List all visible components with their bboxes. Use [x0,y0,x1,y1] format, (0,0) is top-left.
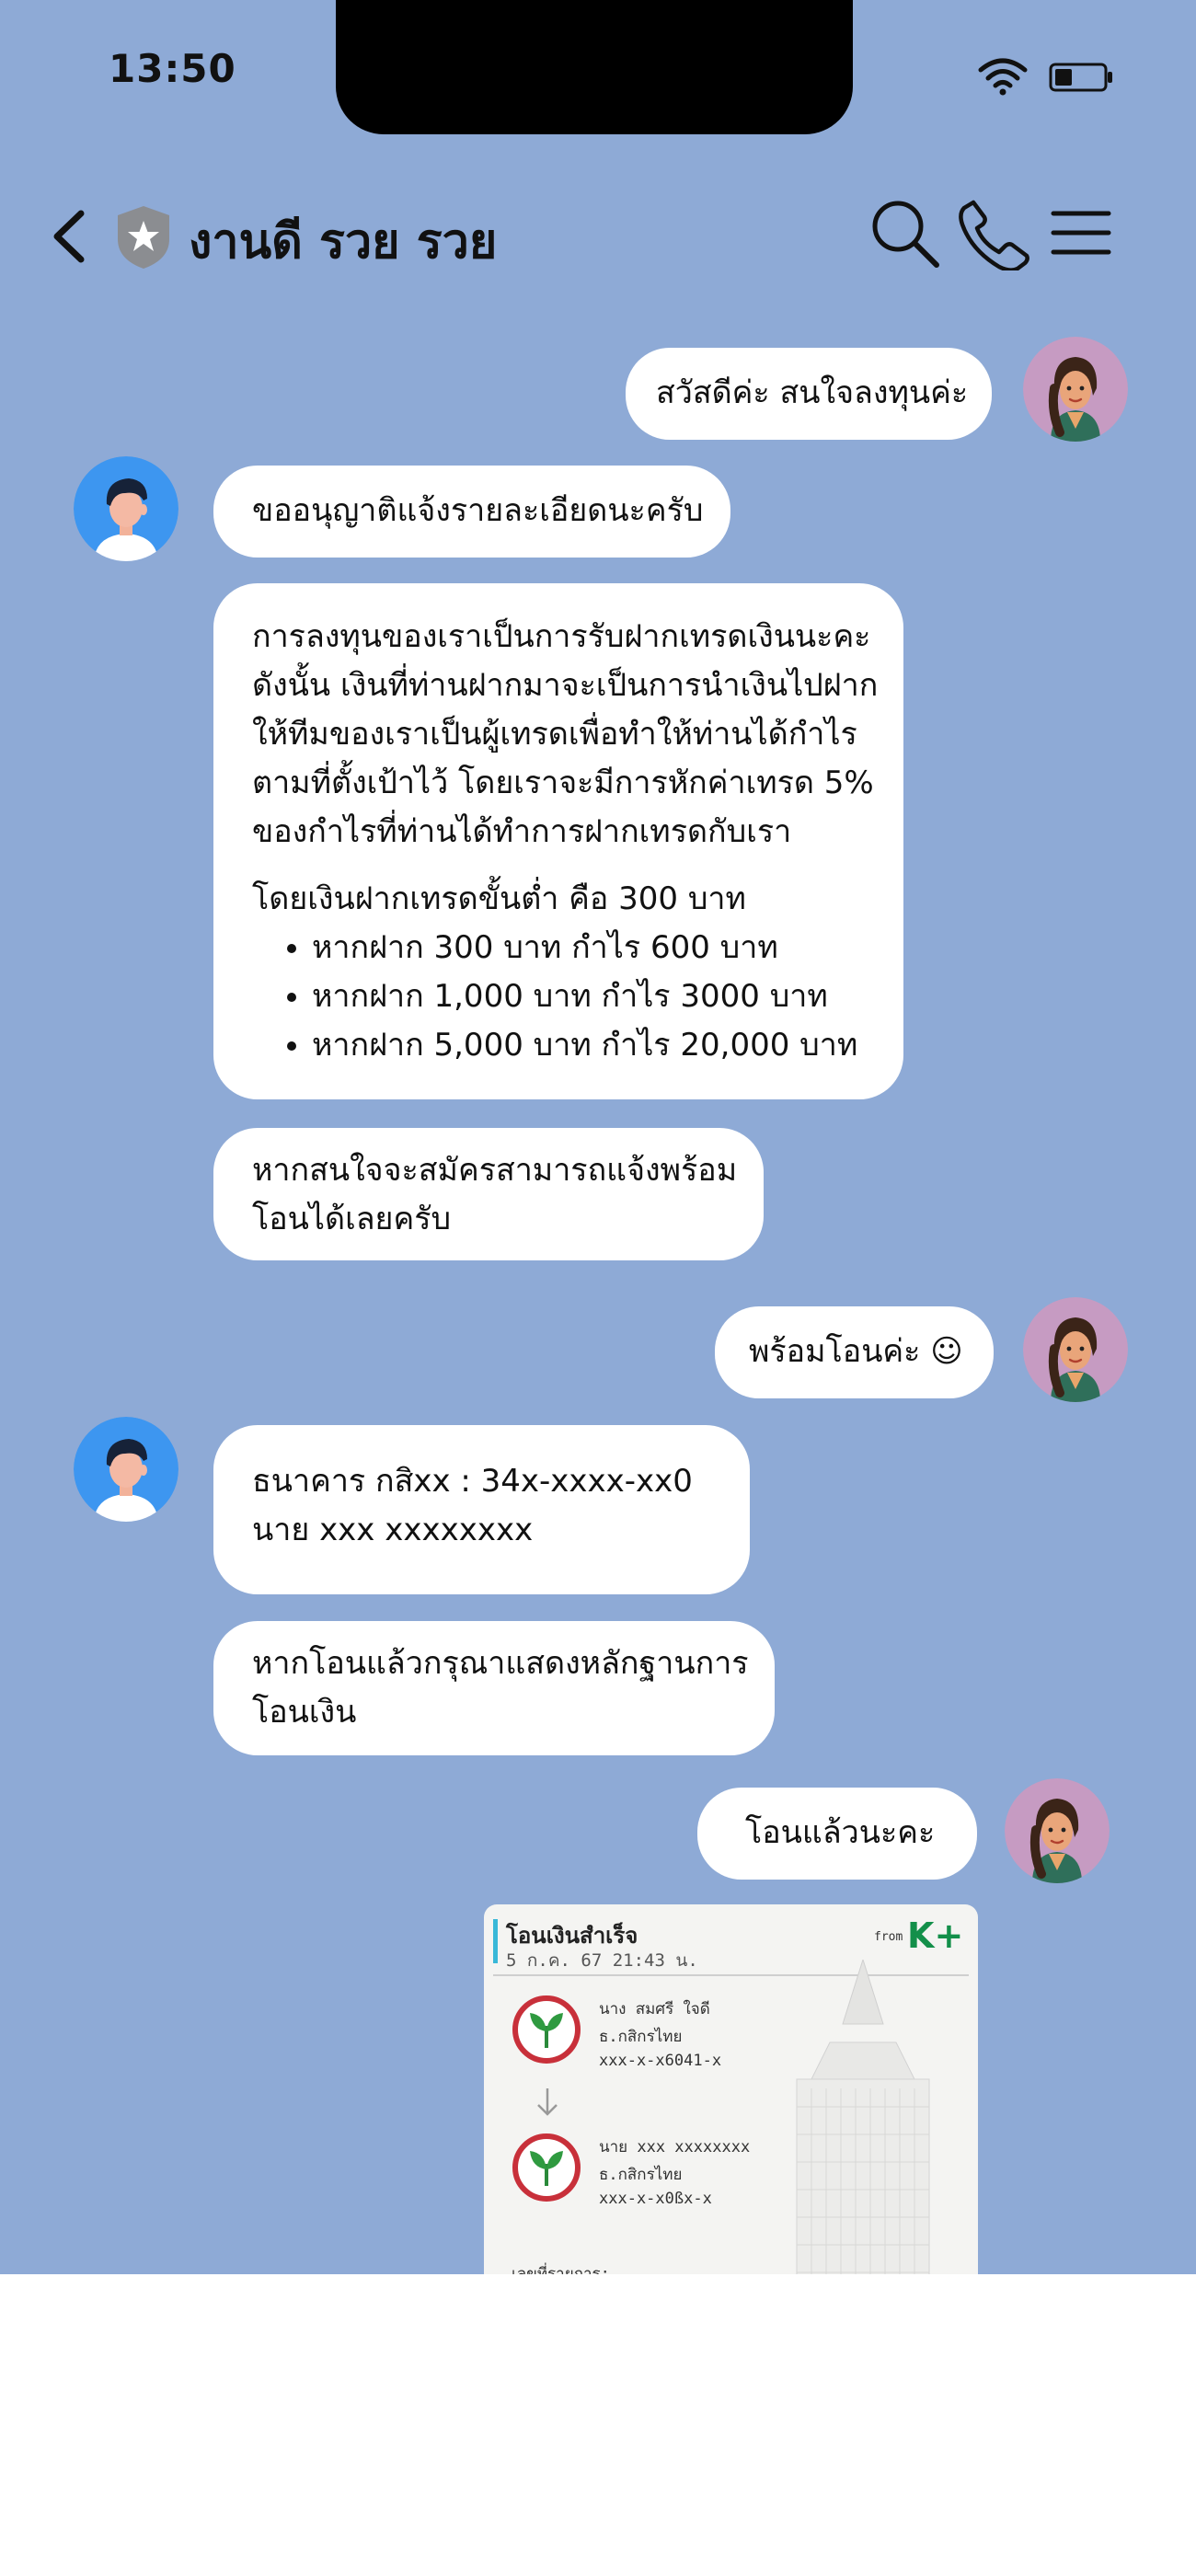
menu-button[interactable] [1051,210,1111,259]
phone-icon [959,200,1029,272]
avatar[interactable] [1023,1297,1128,1402]
incoming-message: ขออนุญาติแจ้งรายละเอียดนะครับ [213,466,730,558]
transfer-slip-image[interactable]: โอนเงินสำเร็จ 5 ก.ค. 67 21:43 น. from K+… [484,1904,978,2274]
female-avatar-icon [1005,1778,1110,1883]
message-text: โอนแล้วนะคะ [745,1814,936,1851]
slip-reference-label: เลขที่รายการ: [512,2265,610,2274]
sender-bank: ธ.กสิกรไทย [599,2028,683,2046]
incoming-message: หากโอนแล้วกรุณาแสดงหลักฐานการ โอนเงิน [213,1621,775,1755]
sender-name: นาง สมศรี ใจดี [599,2000,710,2018]
recipient-bank: ธ.กสิกรไทย [599,2166,683,2184]
message-line: โดยเงินฝากเทรดขั้นต่ำ คือ 300 บาท [252,880,746,917]
kplus-logo: K+ [907,1915,964,1956]
list-item: หากฝาก 1,000 บาท กำไร 3000 บาท [312,972,903,1021]
chat-title: งานดี รวย รวย [189,214,498,270]
list-item: หากฝาก 5,000 บาท กำไร 20,000 บาท [312,1021,903,1070]
outgoing-message: โอนแล้วนะคะ [697,1788,977,1880]
camera-notch [336,0,853,134]
slip-date: 5 ก.ค. 67 21:43 น. [506,1950,698,1971]
list-item: หากฝาก 300 บาท กำไร 600 บาท [312,924,903,972]
message-line: โอนได้เลยครับ [252,1201,452,1237]
message-text: ขออนุญาติแจ้งรายละเอียดนะครับ [252,492,704,529]
message-text: พร้อมโอนค่ะ ☺ [749,1333,963,1370]
message-line: การลงทุนของเราเป็นการรับฝากเทรดเงินนะคะ [252,618,871,655]
female-avatar-icon [1023,337,1128,442]
incoming-message: การลงทุนของเราเป็นการรับฝากเทรดเงินนะคะ … [213,583,903,1099]
chevron-left-icon [53,210,85,263]
building-watermark [796,1960,930,2274]
bullet-list: หากฝาก 300 บาท กำไร 600 บาท หากฝาก 1,000… [252,924,903,1070]
incoming-message: หากสนใจจะสมัครสามารถแจ้งพร้อม โอนได้เลยค… [213,1128,764,1260]
search-icon [872,201,939,268]
avatar[interactable] [74,1417,178,1522]
battery-icon [1049,61,1115,98]
message-line: ดังนั้น เงินที่ท่านฝากมาจะเป็นการนำเงินไ… [252,667,879,704]
message-line: ตามที่ตั้งเป้าไว้ โดยเราจะมีการหักค่าเทร… [252,765,874,801]
wifi-icon [977,55,1029,99]
female-avatar-icon [1023,1297,1128,1402]
shield-star-icon [114,204,173,274]
message-line: ให้ทีมของเราเป็นผู้เทรดเพื่อทำให้ท่านได้… [252,716,857,753]
avatar[interactable] [1023,337,1128,442]
sender-account: xxx-x-x6041-x [599,2052,722,2070]
chat-screen: 13:50 งานดี รวย รวย สวัสดีค่ะ สนใจลงทุนค… [0,0,1196,2274]
slip-accent-bar [493,1919,498,1963]
arrow-down-icon [537,2088,558,2116]
call-button[interactable] [959,199,1030,274]
menu-icon [1051,211,1111,255]
recipient-account: xxx-x-x0ßx-x [599,2190,712,2208]
male-avatar-icon [74,1417,178,1522]
outgoing-message: พร้อมโอนค่ะ ☺ [715,1306,994,1398]
avatar[interactable] [1005,1778,1110,1883]
message-line: ของกำไรที่ท่านได้ทำการฝากเทรดกับเรา [252,813,792,850]
message-line: โอนเงิน [252,1694,357,1731]
search-button[interactable] [868,197,942,274]
message-text: สวัสดีค่ะ สนใจลงทุนค่ะ [656,374,969,411]
message-line: หากโอนแล้วกรุณาแสดงหลักฐานการ [252,1645,749,1682]
recipient-name: นาย xxx xxxxxxxx [599,2138,751,2156]
incoming-message: ธนาคาร กสิxx : 34x-xxxx-xx0 นาย xxx xxxx… [213,1425,750,1594]
avatar[interactable] [74,456,178,561]
male-avatar-icon [74,456,178,561]
message-line: หากสนใจจะสมัครสามารถแจ้งพร้อม [252,1152,738,1189]
outgoing-message: สวัสดีค่ะ สนใจลงทุนค่ะ [626,348,992,440]
message-line: นาย xxx xxxxxxxx [252,1512,534,1548]
slip-logo-prefix: from [874,1930,903,1944]
kbank-logo-icon [512,2133,581,2202]
kbank-logo-icon [512,1995,581,2064]
status-time: 13:50 [109,46,236,91]
back-button[interactable] [48,208,92,269]
message-line: ธนาคาร กสิxx : 34x-xxxx-xx0 [252,1463,693,1500]
